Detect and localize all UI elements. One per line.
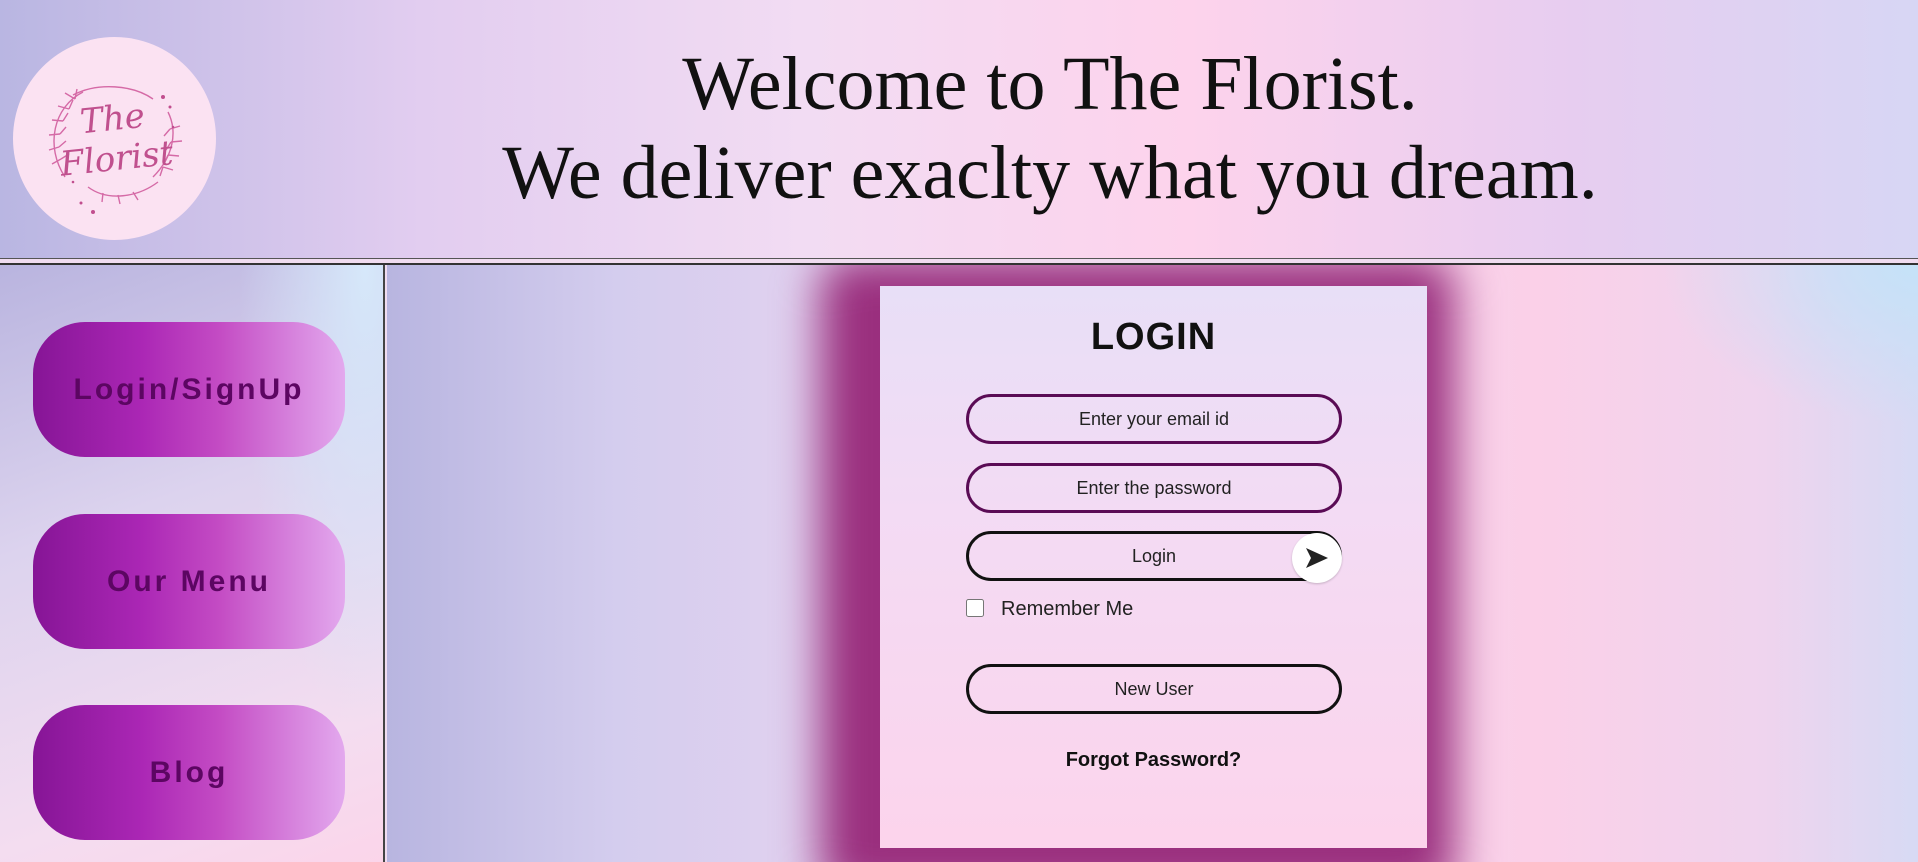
welcome-line2: We deliver exaclty what you dream. [502, 131, 1598, 215]
remember-me[interactable]: Remember Me [966, 598, 1133, 621]
welcome-line1: Welcome to The Florist. [682, 42, 1418, 126]
site-header: The Florist Welcome to The Florist. We d… [0, 0, 1918, 259]
welcome-heading: Welcome to The Florist. We deliver exacl… [260, 40, 1840, 218]
email-field[interactable] [966, 394, 1342, 444]
sidebar-item-blog[interactable]: Blog [33, 705, 345, 840]
sidebar-item-login-signup[interactable]: Login/SignUp [33, 322, 345, 457]
send-arrow-icon[interactable] [1292, 533, 1342, 583]
sidebar-item-our-menu[interactable]: Our Menu [33, 514, 345, 649]
florist-logo[interactable]: The Florist [13, 37, 216, 240]
new-user-label: New User [1114, 678, 1194, 699]
password-field[interactable] [966, 463, 1342, 513]
new-user-button[interactable]: New User [966, 664, 1342, 714]
login-title: LOGIN [1090, 316, 1217, 358]
main-content: LOGIN Login Remember Me New User Forgot … [387, 265, 1918, 862]
remember-me-checkbox[interactable] [966, 598, 984, 617]
login-button[interactable]: Login [966, 531, 1342, 583]
forgot-password-link[interactable]: Forgot Password? [880, 749, 1427, 772]
login-card: LOGIN Login Remember Me New User Forgot … [880, 286, 1427, 848]
login-button-label: Login [1131, 545, 1177, 566]
sidebar-nav: Login/SignUp Our Menu Blog [0, 265, 385, 862]
remember-me-label: Remember Me [1001, 598, 1134, 620]
